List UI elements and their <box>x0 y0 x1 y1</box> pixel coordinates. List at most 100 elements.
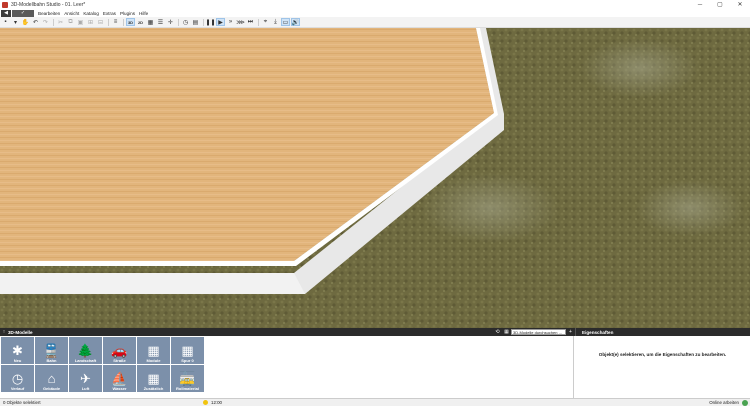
grid-icon: ▦ <box>147 343 160 358</box>
menu-hilfe[interactable]: Hilfe <box>139 11 148 16</box>
tram-icon: 🚋 <box>179 371 196 386</box>
catalog-tile-zusaetzlich[interactable]: ▦ Zusätzlich <box>137 365 170 392</box>
properties-panel-title: Eigenschaften <box>582 329 614 335</box>
skip-end-icon[interactable]: ⏭ <box>246 18 255 26</box>
window-title: 3D-Modellbahn Studio - 01. Leer* <box>11 1 86 8</box>
catalog-tile-verlauf[interactable]: ◷ Verlauf <box>1 365 34 392</box>
timetable-icon[interactable]: ▤ <box>191 18 200 26</box>
globe-icon <box>742 399 748 406</box>
undo-icon[interactable]: ↶ <box>31 18 40 26</box>
catalog-tile-landschaft[interactable]: 🌲 Landschaft <box>69 337 102 364</box>
clock-icon[interactable]: ◷ <box>181 18 190 26</box>
models-panel-title: 3D-Modelle <box>8 329 33 335</box>
menu-bar: ◀ ✓ Bearbeiten Ansicht Katalog Extras Pl… <box>0 9 750 17</box>
snowflake-icon: ✱ <box>12 343 23 358</box>
play-icon[interactable]: ▶ <box>216 18 225 26</box>
window-controls: ─ ▢ ✕ <box>690 0 750 9</box>
cut-icon[interactable]: ✂ <box>56 18 65 26</box>
close-button[interactable]: ✕ <box>730 0 750 9</box>
menu-bearbeiten[interactable]: Bearbeiten <box>38 11 60 16</box>
3d-viewport[interactable] <box>0 28 750 328</box>
house-icon: ⌂ <box>47 371 56 386</box>
menu-ansicht[interactable]: Ansicht <box>64 11 79 16</box>
ungroup-icon[interactable]: ⊟ <box>96 18 105 26</box>
catalog-search-input[interactable]: 3D-Modelle durchsuchen ... <box>511 329 566 335</box>
panel-header: ↑ 3D-Modelle ⟲ ▦ 3D-Modelle durchsuchen … <box>0 328 750 336</box>
maximize-button[interactable]: ▢ <box>710 0 730 9</box>
arrow-up-icon[interactable]: ↑ <box>0 329 8 335</box>
properties-hint: Objekt(e) selektieren, um die Eigenschaf… <box>598 352 727 357</box>
catalog-tile-bahn[interactable]: 🚆 Bahn <box>35 337 68 364</box>
scene-canvas <box>0 28 750 328</box>
copy-icon[interactable]: ⧉ <box>66 18 75 26</box>
catalog-tile-spur-0[interactable]: ▦ Spur 0 <box>171 337 204 364</box>
grid-view-icon[interactable]: ▦ <box>502 329 511 335</box>
catalog-tile-label: Zusätzlich <box>143 386 164 391</box>
properties-panel-header: Eigenschaften <box>575 328 750 336</box>
view-2d-label: 2D <box>137 19 144 25</box>
download-icon[interactable]: ⤓ <box>271 18 280 26</box>
catalog-tile-module[interactable]: ▦ Module <box>137 337 170 364</box>
add-icon[interactable]: + <box>566 329 575 335</box>
view-2d-button[interactable]: 2D <box>136 18 145 26</box>
pause-icon[interactable]: ❚❚ <box>205 18 215 26</box>
time-display[interactable]: 12:00 <box>203 400 222 405</box>
hand-icon[interactable]: ✋ <box>21 18 30 26</box>
list-icon[interactable]: ≡ <box>111 18 120 26</box>
tree-icon: 🌲 <box>77 343 94 358</box>
status-bar: 0 Objekte selektiert 12:00 Online arbeit… <box>0 398 750 406</box>
catalog-tile-label: Landschaft <box>74 358 97 363</box>
properties-panel: Objekt(e) selektieren, um die Eigenschaf… <box>575 336 750 398</box>
catalog-tile-label: Verlauf <box>10 386 25 391</box>
dropdown-icon[interactable]: ▾ <box>11 18 20 26</box>
catalog-tile-gebaeude[interactable]: ⌂ Gebäude <box>35 365 68 392</box>
grid-icon: ▦ <box>147 371 160 386</box>
group-icon[interactable]: ⊞ <box>86 18 95 26</box>
models-panel-header: ↑ 3D-Modelle ⟲ ▦ 3D-Modelle durchsuchen … <box>0 328 575 336</box>
grid-icon: ▦ <box>181 343 194 358</box>
faster-forward-icon[interactable]: ⋙ <box>236 18 245 26</box>
view-3d-button[interactable]: 3D <box>126 18 135 26</box>
plane-icon: ✈ <box>80 371 91 386</box>
catalog-tile-luft[interactable]: ✈ Luft <box>69 365 102 392</box>
online-label: Online arbeiten <box>709 400 739 405</box>
title-bar: 3D-Modellbahn Studio - 01. Leer* ─ ▢ ✕ <box>0 0 750 9</box>
fps-icon[interactable]: ▭ <box>281 18 290 26</box>
catalog-tile-neu[interactable]: ✱ Neu <box>1 337 34 364</box>
save-icon[interactable]: ▪ <box>1 18 10 26</box>
catalog-tile-label: Straße <box>113 358 126 363</box>
refresh-icon[interactable]: ⟲ <box>493 329 502 335</box>
catalog-tile-label: Rollmaterial <box>176 386 199 391</box>
car-icon: 🚗 <box>111 343 128 358</box>
menu-extras[interactable]: Extras <box>103 11 116 16</box>
sound-icon[interactable]: 🔊 <box>291 18 300 26</box>
online-status[interactable]: Online arbeiten <box>709 399 748 406</box>
app-logo-icon <box>2 1 8 8</box>
train-icon: 🚆 <box>43 343 60 358</box>
toolbar: ▪ ▾ ✋ ↶ ↷ ✂ ⧉ ▣ ⊞ ⊟ ≡ 3D 2D ▦ ☰ ✛ ◷ ▤ ❚❚… <box>0 17 750 28</box>
crosshair-icon[interactable]: ✛ <box>166 18 175 26</box>
grid-icon[interactable]: ▦ <box>146 18 155 26</box>
time-value: 12:00 <box>211 400 222 405</box>
catalog-tile-label: Neu <box>13 358 22 363</box>
pick-icon[interactable]: ⌖ <box>261 18 270 26</box>
catalog-tile-label: Gebäude <box>42 386 61 391</box>
menu-plugins[interactable]: Plugins <box>120 11 135 16</box>
redo-icon[interactable]: ↷ <box>41 18 50 26</box>
sun-icon <box>203 400 208 405</box>
catalog-tile-rollmaterial[interactable]: 🚋 Rollmaterial <box>171 365 204 392</box>
minimize-button[interactable]: ─ <box>690 0 710 9</box>
table-edge-front <box>0 273 305 294</box>
catalog-tile-label: Bahn <box>46 358 57 363</box>
catalog-tile-label: Module <box>146 358 161 363</box>
paste-icon[interactable]: ▣ <box>76 18 85 26</box>
menu-katalog[interactable]: Katalog <box>83 11 99 16</box>
layers-icon[interactable]: ☰ <box>156 18 165 26</box>
check-button[interactable]: ✓ <box>12 9 34 17</box>
back-button[interactable]: ◀ <box>1 9 11 17</box>
catalog-tile-wasser[interactable]: ⛵ Wasser <box>103 365 136 392</box>
catalog-tile-label: Luft <box>81 386 90 391</box>
fast-forward-icon[interactable]: » <box>226 18 235 26</box>
catalog-tile-strasse[interactable]: 🚗 Straße <box>103 337 136 364</box>
clock-icon: ◷ <box>11 371 24 386</box>
